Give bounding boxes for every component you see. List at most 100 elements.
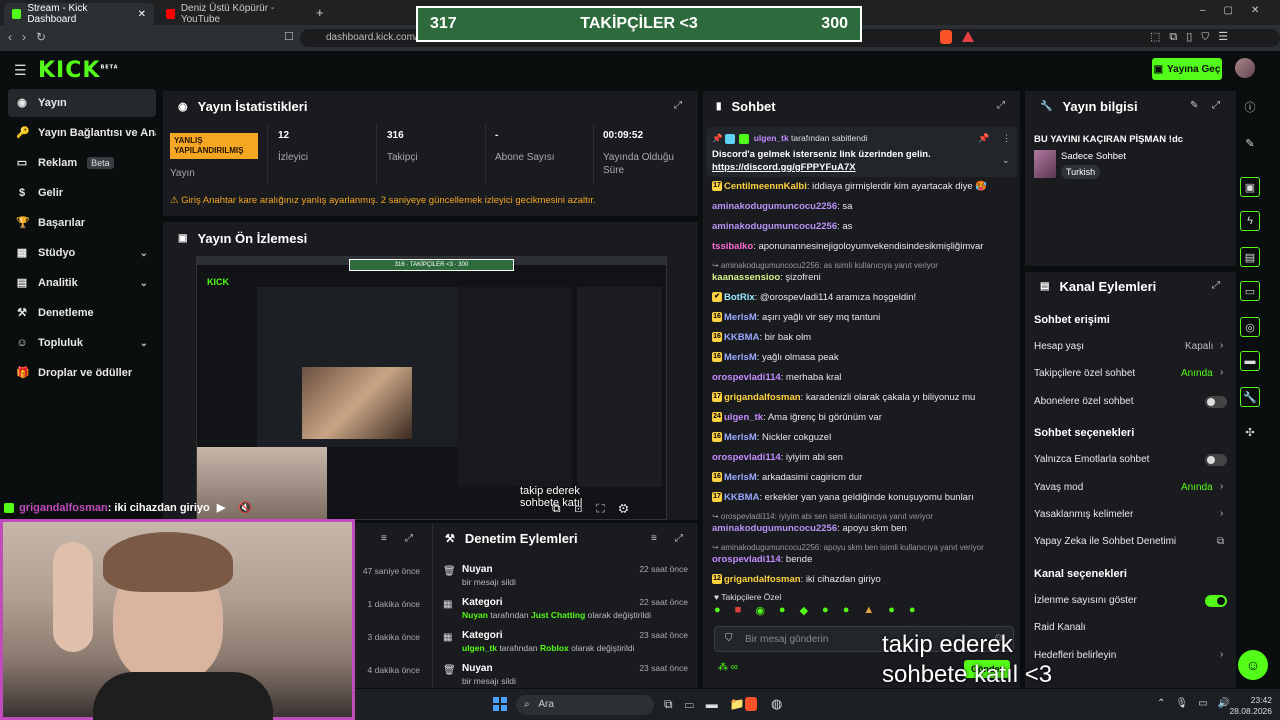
followers-chat-value[interactable]: Anında (1181, 368, 1213, 379)
emote-bar[interactable]: ● ■ ◉ ● ◆ ● ● ▲ ● ● (714, 604, 1014, 620)
emote-icon[interactable]: ● (822, 604, 829, 620)
moderation-item[interactable]: ▦ Kategori ulgen_tk tarafından Roblox olar… (433, 630, 698, 662)
emote-only-toggle[interactable] (1205, 454, 1227, 466)
external-link-icon[interactable]: ⧉ (1217, 536, 1224, 547)
sidebar-item-chart[interactable]: ▤ Analitik ⌄ (8, 269, 156, 297)
filter-icon[interactable]: ≡ (651, 533, 657, 544)
chevron-down-icon[interactable]: ⌄ (140, 338, 148, 349)
ai-moderation-label[interactable]: Yapay Zeka ile Sohbet Denetimi (1034, 536, 1176, 547)
emote-icon[interactable]: ● (888, 604, 895, 620)
chat-username[interactable]: MerlsM (724, 432, 757, 443)
menu-icon[interactable]: ☰ (14, 62, 27, 79)
wrench-icon[interactable]: 🔧 (1240, 387, 1260, 407)
chat-username[interactable]: ulgen_tk (724, 412, 763, 423)
chevron-right-icon[interactable]: › (1220, 367, 1223, 378)
chat-username[interactable]: aminakodugumuncocu2256 (712, 221, 837, 232)
taskbar-search[interactable]: ⌕ Ara (516, 695, 654, 715)
category-name[interactable]: Sadece Sohbet (1061, 151, 1126, 162)
edit-icon[interactable]: ✎ (1240, 133, 1260, 153)
emote-icon[interactable]: ▲ (863, 604, 874, 620)
chat-message[interactable]: aminakodugumuncocu2256: as (712, 220, 1012, 233)
chat-username[interactable]: kaanassensioo (712, 272, 780, 283)
sidebar-item-money[interactable]: $ Gelir (8, 179, 156, 207)
expand-icon[interactable]: ⤢ (675, 533, 683, 544)
support-chat-icon[interactable]: ☺ (1238, 650, 1268, 680)
chat-icon[interactable]: ▭ (1240, 281, 1260, 301)
chevron-right-icon[interactable]: › (1220, 649, 1223, 660)
sidebar-item-community[interactable]: ☺ Topluluk ⌄ (8, 329, 156, 357)
chat-username[interactable]: KKBMA (724, 492, 759, 503)
chat-message[interactable]: 12 grigandalfosman: iki cihazdan giriyo (712, 573, 1012, 586)
chat-message[interactable]: 16 MerlsM: aşırı yağlı vir sey mq tantuni (712, 311, 1012, 324)
sidebar-item-key[interactable]: 🔑 Yayın Bağlantısı ve Anahtarı (8, 119, 156, 147)
player-controls[interactable]: ⧉⊡⛶⚙ (552, 501, 642, 516)
chevron-down-icon[interactable]: ⌄ (1002, 155, 1010, 166)
bookmark-icon[interactable]: ☐ (284, 30, 294, 43)
brave-rewards-icon[interactable] (962, 31, 974, 42)
moderation-item[interactable]: 🗑 Nuyan bir mesajı sildi 23 saat önce (433, 663, 698, 695)
windows-start-icon[interactable] (493, 697, 507, 711)
expand-icon[interactable]: ⤢ (1212, 100, 1220, 111)
more-icon[interactable]: ⋮ (1002, 133, 1011, 144)
sidebar-item-trophy[interactable]: 🏆 Başarılar (8, 209, 156, 237)
filter-icon[interactable]: ≡ (381, 533, 387, 544)
emote-icon[interactable]: ● (843, 604, 850, 620)
sidebar-item-broadcast[interactable]: ◉ Yayın (8, 89, 156, 117)
expand-icon[interactable]: ⤢ (674, 100, 682, 111)
chat-message[interactable]: 16 KKBMA: bir bak olm (712, 331, 1012, 344)
show-viewers-toggle[interactable] (1205, 595, 1227, 607)
pinned-message[interactable]: 📌 ulgen_tk tarafından sabitlendi 📌 ⋮ Dis… (706, 127, 1017, 177)
chat-username[interactable]: orospevladi114 (712, 452, 781, 463)
video-icon[interactable]: ▣ (1240, 177, 1260, 197)
chat-username[interactable]: MerlsM (724, 472, 757, 483)
app-taskbar-icon[interactable]: ◍ (771, 696, 782, 712)
target-icon[interactable]: ◎ (1240, 317, 1260, 337)
window-controls[interactable]: –▢✕ (1200, 5, 1277, 16)
banned-words-label[interactable]: Yasaklanmış kelimeler (1034, 509, 1133, 520)
chat-message[interactable]: 17 CentilmeenınKalbi: iddiaya girmişlerdi… (712, 180, 1012, 193)
info-icon[interactable]: ⓘ (1240, 97, 1260, 117)
sidebar-item-gift[interactable]: 🎁 Droplar ve ödüller (8, 359, 156, 387)
avatar[interactable] (1235, 58, 1255, 78)
chevron-right-icon[interactable]: › (1220, 481, 1223, 492)
emote-icon[interactable]: ● (779, 604, 786, 620)
brave-taskbar-icon[interactable] (745, 697, 757, 711)
moderation-item[interactable]: 🗑 Nuyan bir mesajı sildi 22 saat önce (433, 564, 698, 596)
chat-message[interactable]: orospevladi114: iyiyim abi sen (712, 451, 1012, 464)
sidebar-item-hammer[interactable]: ⚒ Denetleme (8, 299, 156, 327)
emote-icon[interactable]: ● (714, 604, 721, 620)
subs-chat-toggle[interactable] (1205, 396, 1227, 408)
chat-message[interactable]: 16 MerlsM: arkadasimi cagiricm dur (712, 471, 1012, 484)
tab-youtube[interactable]: Deniz Üstü Köpürür - YouTube (158, 3, 308, 25)
kick-logo[interactable]: KICKBETA (38, 58, 119, 83)
slow-mode-value[interactable]: Anında (1181, 482, 1213, 493)
taskbar-clock[interactable]: 23:42 28.08.2026 (1228, 695, 1272, 717)
lightning-icon[interactable]: ϟ (1240, 211, 1260, 231)
chat-message[interactable]: 24 ulgen_tk: Ama iğrenç bi görünüm var (712, 411, 1012, 424)
chat-message[interactable]: aminakodugumuncocu2256: sa (712, 200, 1012, 213)
chat-message[interactable]: 16 MerlsM: yağlı olmasa peak (712, 351, 1012, 364)
chat-message[interactable]: 16 MerlsM: Nickler cokguzel (712, 431, 1012, 444)
tab-kick-dashboard[interactable]: Stream - Kick Dashboard ✕ (4, 3, 154, 25)
account-age-value[interactable]: Kapalı (1185, 341, 1213, 352)
chat-message[interactable]: 17 grigandalfosman: karadenizli olarak ça… (712, 391, 1012, 404)
emote-icon[interactable]: ◆ (800, 604, 808, 620)
stream-preview-video[interactable]: 316 · TAKİPÇİLER <3 · 300 KICK takip ede… (196, 256, 667, 520)
chat-message[interactable]: orospevladi114: merhaba kral (712, 371, 1012, 384)
mute-icon[interactable]: 🔇 (238, 502, 252, 514)
edit-icon[interactable]: ✎ (1190, 100, 1198, 111)
chat-username[interactable]: orospevladi114 (712, 554, 781, 565)
browser-extensions[interactable]: ⬚⧉▯⛉☰ (1150, 30, 1237, 44)
chat-username[interactable]: BotRix (724, 292, 755, 303)
chat-username[interactable]: MerlsM (724, 312, 757, 323)
new-tab-button[interactable]: + (316, 5, 324, 20)
chevron-right-icon[interactable]: › (1220, 340, 1223, 351)
unpin-icon[interactable]: 📌 (978, 133, 989, 144)
brave-shield-icon[interactable] (940, 30, 952, 44)
chat-message[interactable]: kaanassensioo: şizofreni (712, 271, 1012, 284)
chevron-down-icon[interactable]: ⌄ (140, 248, 148, 259)
play-icon[interactable]: ▶ (217, 502, 225, 514)
chat-settings-icon[interactable]: ⁂ ∞ (718, 662, 738, 673)
emote-icon[interactable]: ◉ (755, 604, 765, 620)
taskbar-apps[interactable]: ⧉▭▬📁 (664, 697, 757, 712)
